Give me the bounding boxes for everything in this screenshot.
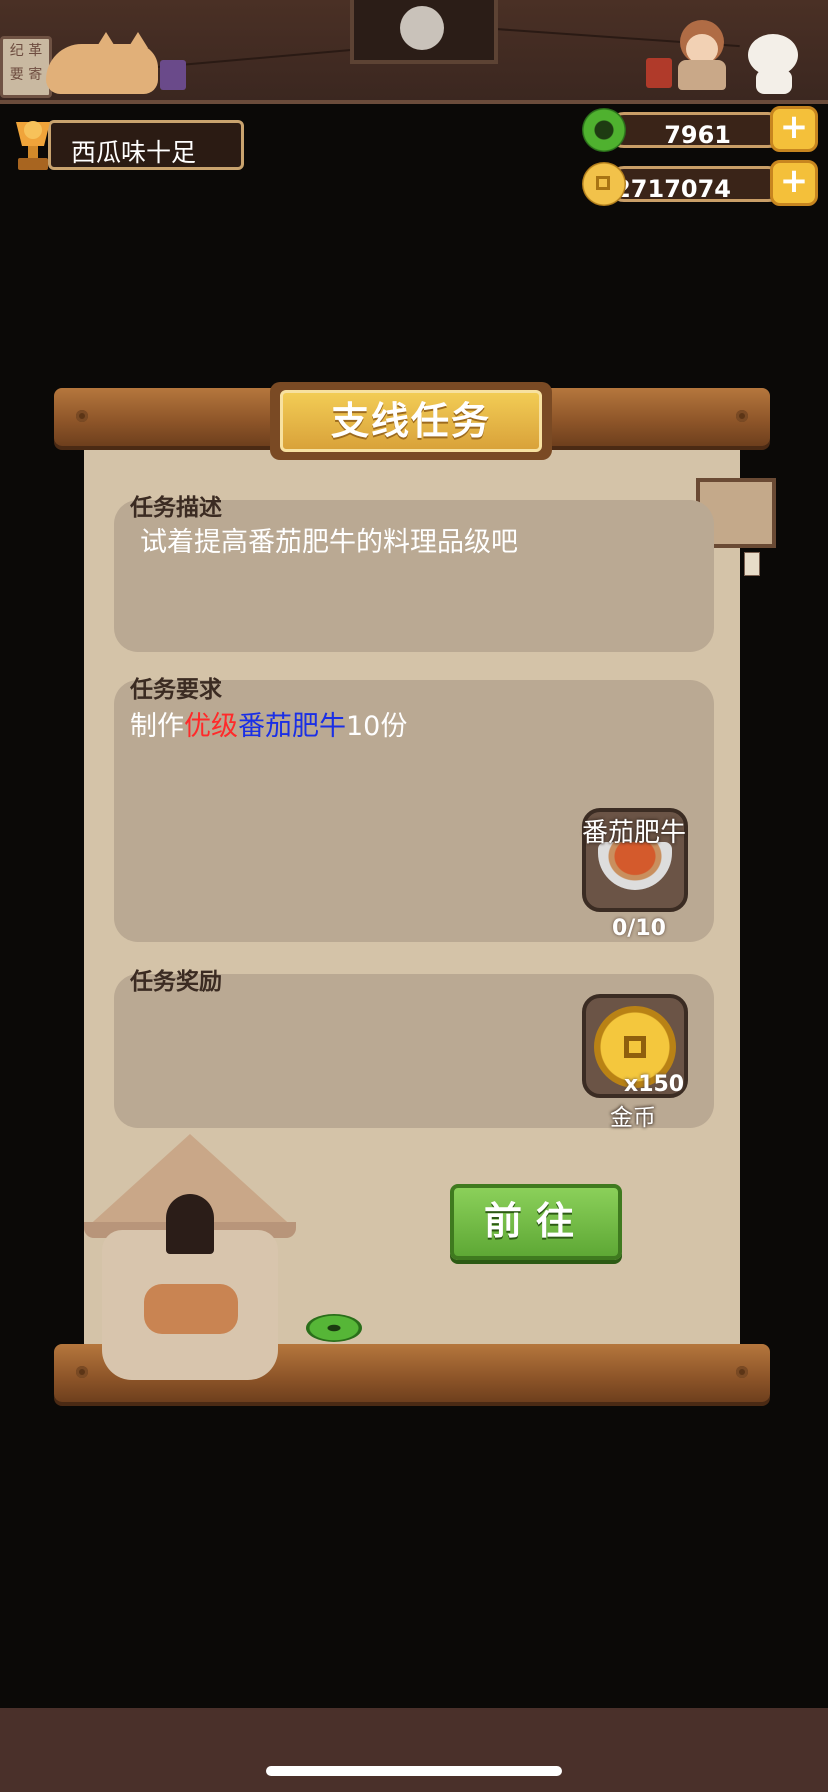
home-indicator[interactable] xyxy=(266,1766,562,1776)
dialog-title: 支线任务 xyxy=(280,390,542,452)
jade-value: 7961 xyxy=(664,121,731,149)
description-text: 试着提高番茄肥牛的料理品级吧 xyxy=(140,527,518,558)
lantern-tag xyxy=(744,552,760,576)
cup-icon xyxy=(646,58,672,88)
reward-item-name: 金币 xyxy=(610,1105,656,1131)
player-name: 西瓜味十足 xyxy=(71,138,197,167)
requirement-label: 任务要求 xyxy=(130,677,222,703)
gold-currency: 2717074 + xyxy=(582,160,818,206)
player-name-box: 西瓜味十足 xyxy=(48,120,244,170)
jade-icon xyxy=(582,108,626,152)
dish-progress: 0/10 xyxy=(612,916,666,941)
requirement-quality: 优级 xyxy=(184,711,238,742)
gold-value: 2717074 xyxy=(614,175,731,203)
add-jade-button[interactable]: + xyxy=(770,106,818,152)
sleeping-cat-icon xyxy=(46,32,158,94)
dish-item-name: 番茄肥牛 xyxy=(582,818,687,848)
white-cat-icon xyxy=(744,30,802,94)
jade-bar: 7961 xyxy=(606,112,786,149)
dialog-title-plate: 支线任务 xyxy=(270,382,552,460)
jade-currency: 7961 + xyxy=(582,106,818,152)
coin-icon xyxy=(582,162,626,206)
requirement-dish: 番茄肥牛 xyxy=(238,711,346,742)
requirement-text: 制作优级番茄肥牛10份 xyxy=(130,704,407,743)
chef-character-icon xyxy=(674,20,726,90)
bottom-bar xyxy=(0,1708,828,1792)
hanging-portrait xyxy=(350,0,498,64)
jade-pendant-icon xyxy=(306,1314,362,1342)
requirement-prefix: 制作 xyxy=(130,711,184,742)
description-label: 任务描述 xyxy=(130,495,222,521)
requirement-suffix: 10份 xyxy=(346,711,408,742)
gold-bar: 2717074 xyxy=(606,166,786,203)
reward-label: 任务奖励 xyxy=(130,969,222,995)
cup-icon xyxy=(160,60,186,90)
wooden-sign: 纪 革 要 寄 xyxy=(0,36,52,98)
go-button[interactable]: 前往 xyxy=(450,1184,622,1260)
trophy-icon xyxy=(16,121,50,170)
add-gold-button[interactable]: + xyxy=(770,160,818,206)
game-screen: 纪 革 要 寄 西瓜味十足 7961 + 2717074 + 支线任务 任务描述… xyxy=(0,0,828,1792)
reward-amount: x150 xyxy=(624,1072,685,1097)
tomato-beef-dish-icon xyxy=(598,842,672,890)
straw-hat-monk-character xyxy=(84,1134,296,1394)
